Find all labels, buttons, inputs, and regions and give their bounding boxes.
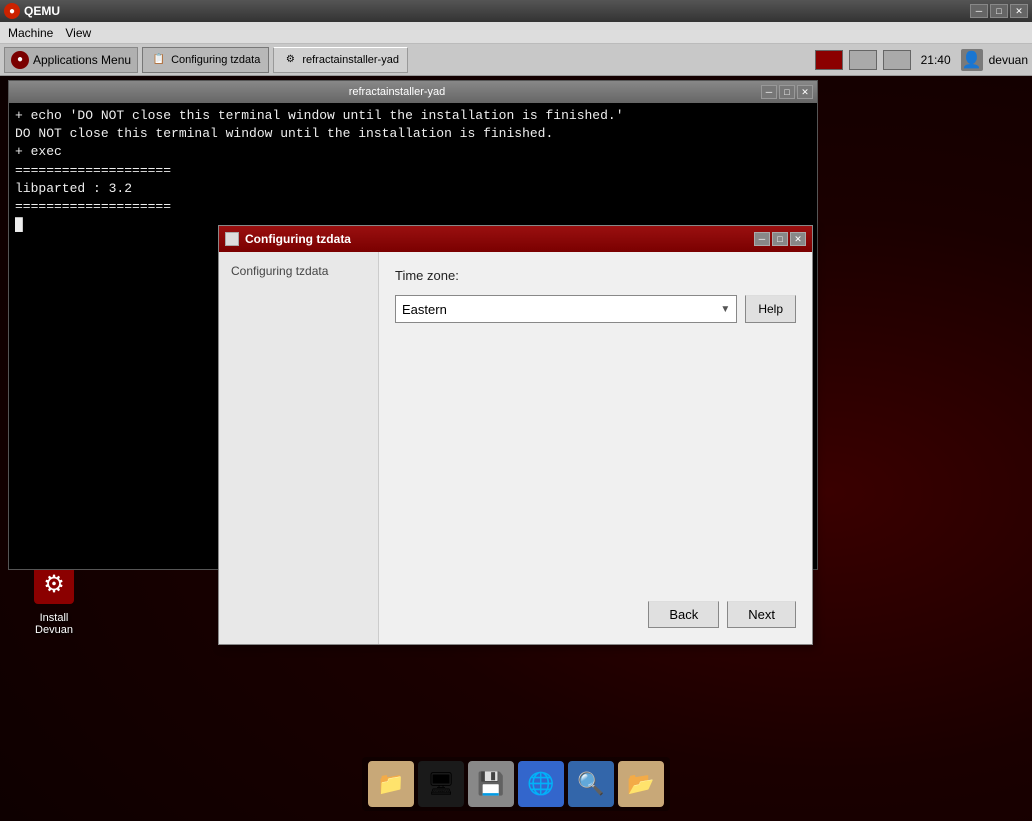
sidebar-label: Configuring tzdata <box>231 264 328 278</box>
back-button[interactable]: Back <box>648 601 719 628</box>
menu-machine[interactable]: Machine <box>8 26 53 40</box>
next-button[interactable]: Next <box>727 601 796 628</box>
installer-window-label: refractainstaller-yad <box>302 54 399 66</box>
dropdown-arrow-icon: ▼ <box>720 304 730 315</box>
tzdata-dialog: Configuring tzdata ─ □ ✕ Configuring tzd… <box>218 225 813 645</box>
user-icon: 👤 <box>961 49 983 71</box>
dialog-minimize-button[interactable]: ─ <box>754 232 770 246</box>
terminal-title: refractainstaller-yad <box>33 86 761 98</box>
apps-menu-icon: ● <box>11 51 29 69</box>
timezone-selected-value: Eastern <box>402 302 447 317</box>
dialog-action-buttons: Back Next <box>395 593 796 628</box>
taskbar: ● Applications Menu 📋 Configuring tzdata… <box>0 44 1032 76</box>
help-button[interactable]: Help <box>745 295 796 323</box>
qemu-close-button[interactable]: ✕ <box>1010 4 1028 18</box>
menubar: Machine View <box>0 22 1032 44</box>
timezone-label: Time zone: <box>395 268 796 283</box>
dialog-titlebar: Configuring tzdata ─ □ ✕ <box>219 226 812 252</box>
dialog-body: Configuring tzdata Time zone: Eastern ▼ … <box>219 252 812 644</box>
timezone-dropdown[interactable]: Eastern ▼ <box>395 295 737 323</box>
qemu-window-controls: ─ □ ✕ <box>970 4 1028 18</box>
dialog-controls: ─ □ ✕ <box>754 232 806 246</box>
terminal-minimize-button[interactable]: ─ <box>761 85 777 99</box>
terminal-maximize-button[interactable]: □ <box>779 85 795 99</box>
dock-search-icon[interactable]: 🔍 <box>568 761 614 807</box>
qemu-icon: ● <box>4 3 20 19</box>
indicator-1 <box>849 50 877 70</box>
terminal-titlebar: refractainstaller-yad ─ □ ✕ <box>9 81 817 103</box>
terminal-controls: ─ □ ✕ <box>761 85 813 99</box>
dock-terminal-icon[interactable]: 🖥 <box>418 761 464 807</box>
tzdata-window-icon: 📋 <box>151 52 167 68</box>
dialog-main: Time zone: Eastern ▼ Help Back Next <box>379 252 812 644</box>
terminal-line-6: ==================== <box>15 198 811 216</box>
apps-menu-label: Applications Menu <box>33 53 131 67</box>
taskbar-right: 21:40 👤 devuan <box>815 49 1028 71</box>
indicator-active <box>815 50 843 70</box>
dialog-close-button[interactable]: ✕ <box>790 232 806 246</box>
taskbar-window-tzdata[interactable]: 📋 Configuring tzdata <box>142 47 269 73</box>
dialog-sidebar: Configuring tzdata <box>219 252 379 644</box>
qemu-title: QEMU <box>24 4 60 18</box>
installer-window-icon: ⚙ <box>282 52 298 68</box>
taskbar-window-installer[interactable]: ⚙ refractainstaller-yad <box>273 47 408 73</box>
username: devuan <box>989 53 1028 67</box>
terminal-close-button[interactable]: ✕ <box>797 85 813 99</box>
terminal-line-2: DO NOT close this terminal window until … <box>15 125 811 143</box>
terminal-line-1: + echo 'DO NOT close this terminal windo… <box>15 107 811 125</box>
svg-text:⚙: ⚙ <box>43 571 65 598</box>
dialog-spacer <box>395 339 796 593</box>
dock-files-icon[interactable]: 📁 <box>368 761 414 807</box>
dialog-title: Configuring tzdata <box>245 232 351 246</box>
dock: 📁 🖥 💾 🌐 🔍 📂 <box>362 757 670 811</box>
dialog-maximize-button[interactable]: □ <box>772 232 788 246</box>
indicator-2 <box>883 50 911 70</box>
dock-browser-icon[interactable]: 🌐 <box>518 761 564 807</box>
dialog-title-left: Configuring tzdata <box>225 232 351 246</box>
install-devuan-icon[interactable]: ⚙ InstallDevuan <box>30 560 78 636</box>
menu-view[interactable]: View <box>65 26 91 40</box>
qemu-titlebar: ● QEMU ─ □ ✕ <box>0 0 1032 22</box>
terminal-line-5: libparted : 3.2 <box>15 180 811 198</box>
qemu-minimize-button[interactable]: ─ <box>970 4 988 18</box>
timezone-select-row: Eastern ▼ Help <box>395 295 796 323</box>
install-devuan-label: InstallDevuan <box>35 612 73 636</box>
applications-menu-button[interactable]: ● Applications Menu <box>4 47 138 73</box>
tzdata-window-label: Configuring tzdata <box>171 54 260 66</box>
dialog-icon <box>225 232 239 246</box>
dock-folder2-icon[interactable]: 📂 <box>618 761 664 807</box>
terminal-line-3: + exec <box>15 143 811 161</box>
qemu-maximize-button[interactable]: □ <box>990 4 1008 18</box>
terminal-line-4: ==================== <box>15 162 811 180</box>
dock-files2-icon[interactable]: 💾 <box>468 761 514 807</box>
clock: 21:40 <box>917 53 955 67</box>
